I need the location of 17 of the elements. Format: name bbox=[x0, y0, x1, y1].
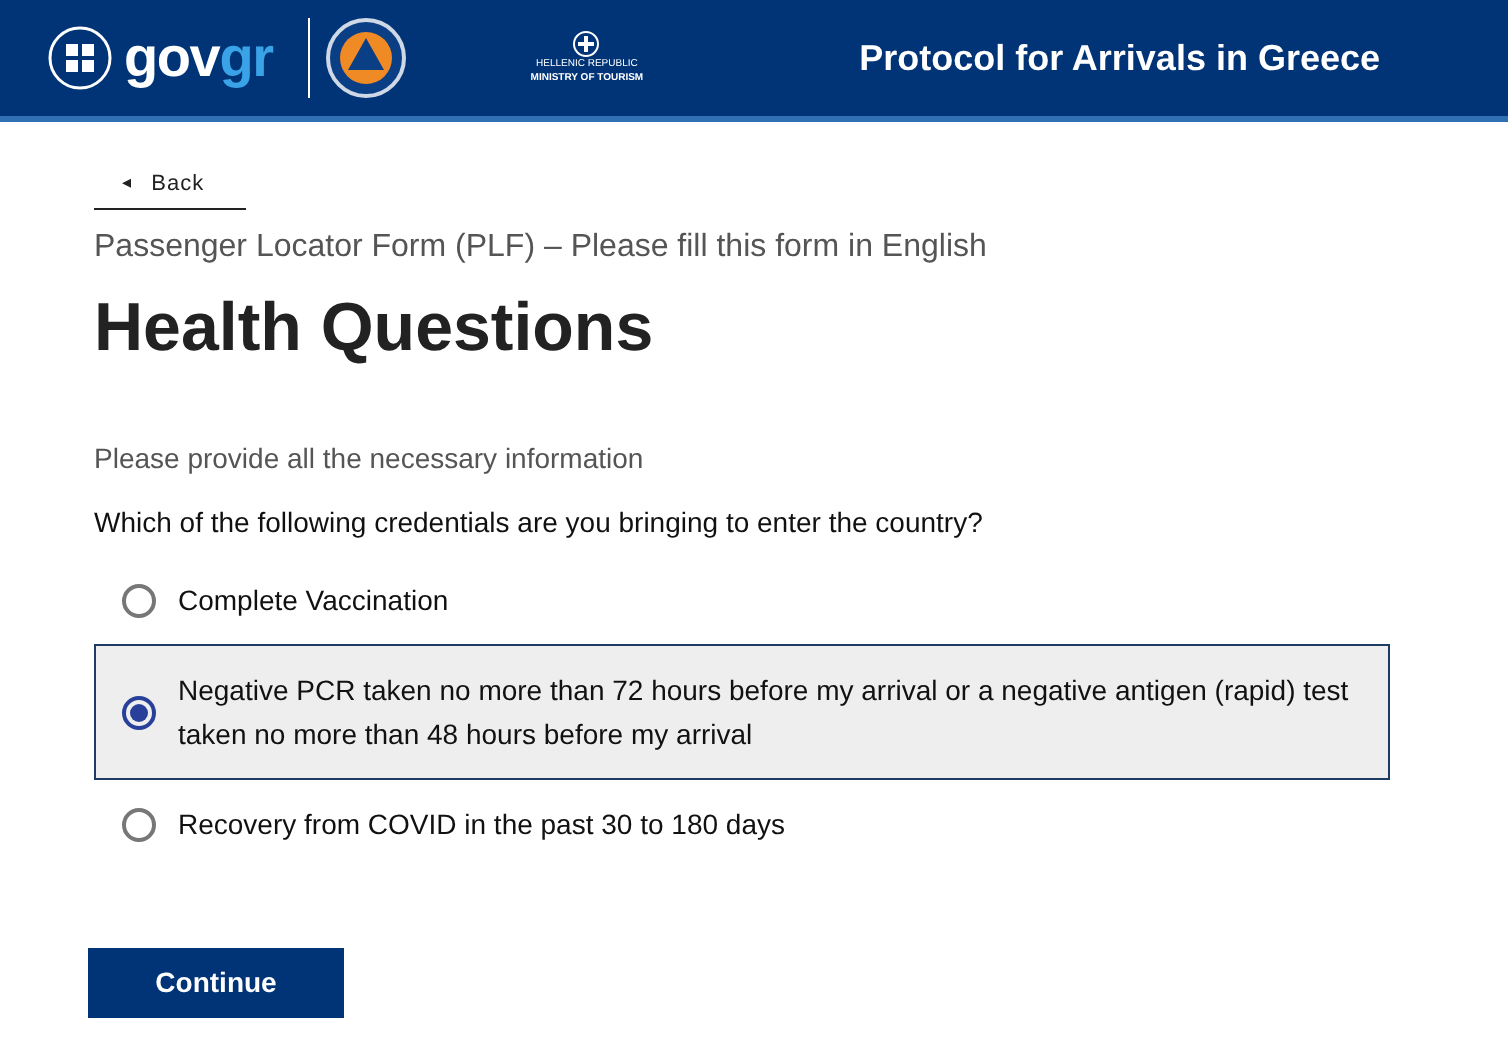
header-title: Protocol for Arrivals in Greece bbox=[859, 35, 1380, 81]
radio-button[interactable] bbox=[122, 583, 156, 617]
radio-option[interactable]: Recovery from COVID in the past 30 to 180 days bbox=[94, 788, 1390, 860]
emblem-icon bbox=[48, 26, 112, 90]
radio-button[interactable] bbox=[122, 695, 156, 729]
govgr-logo: govgr bbox=[124, 30, 273, 86]
back-link[interactable]: ◂ Back bbox=[94, 160, 246, 210]
emblem-icon bbox=[572, 30, 601, 58]
hint-text: Please provide all the necessary information bbox=[94, 440, 646, 478]
triangle-emblem-icon bbox=[326, 18, 407, 98]
form-caption: Passenger Locator Form (PLF) – Please fill this form in English bbox=[94, 228, 989, 268]
radio-option[interactable]: Negative PCR taken no more than 72 hours before my arrival or a negative antigen (rapid) test taken no more than 48 hours before my arrival bbox=[94, 644, 1390, 780]
page-heading: Health Questions bbox=[94, 288, 656, 370]
radio-option[interactable]: Complete Vaccination bbox=[94, 564, 1390, 636]
radio-button[interactable] bbox=[122, 807, 156, 841]
question-text: Which of the following credentials are you bringing to enter the country? bbox=[94, 504, 985, 542]
continue-button[interactable]: Continue bbox=[88, 948, 344, 1018]
